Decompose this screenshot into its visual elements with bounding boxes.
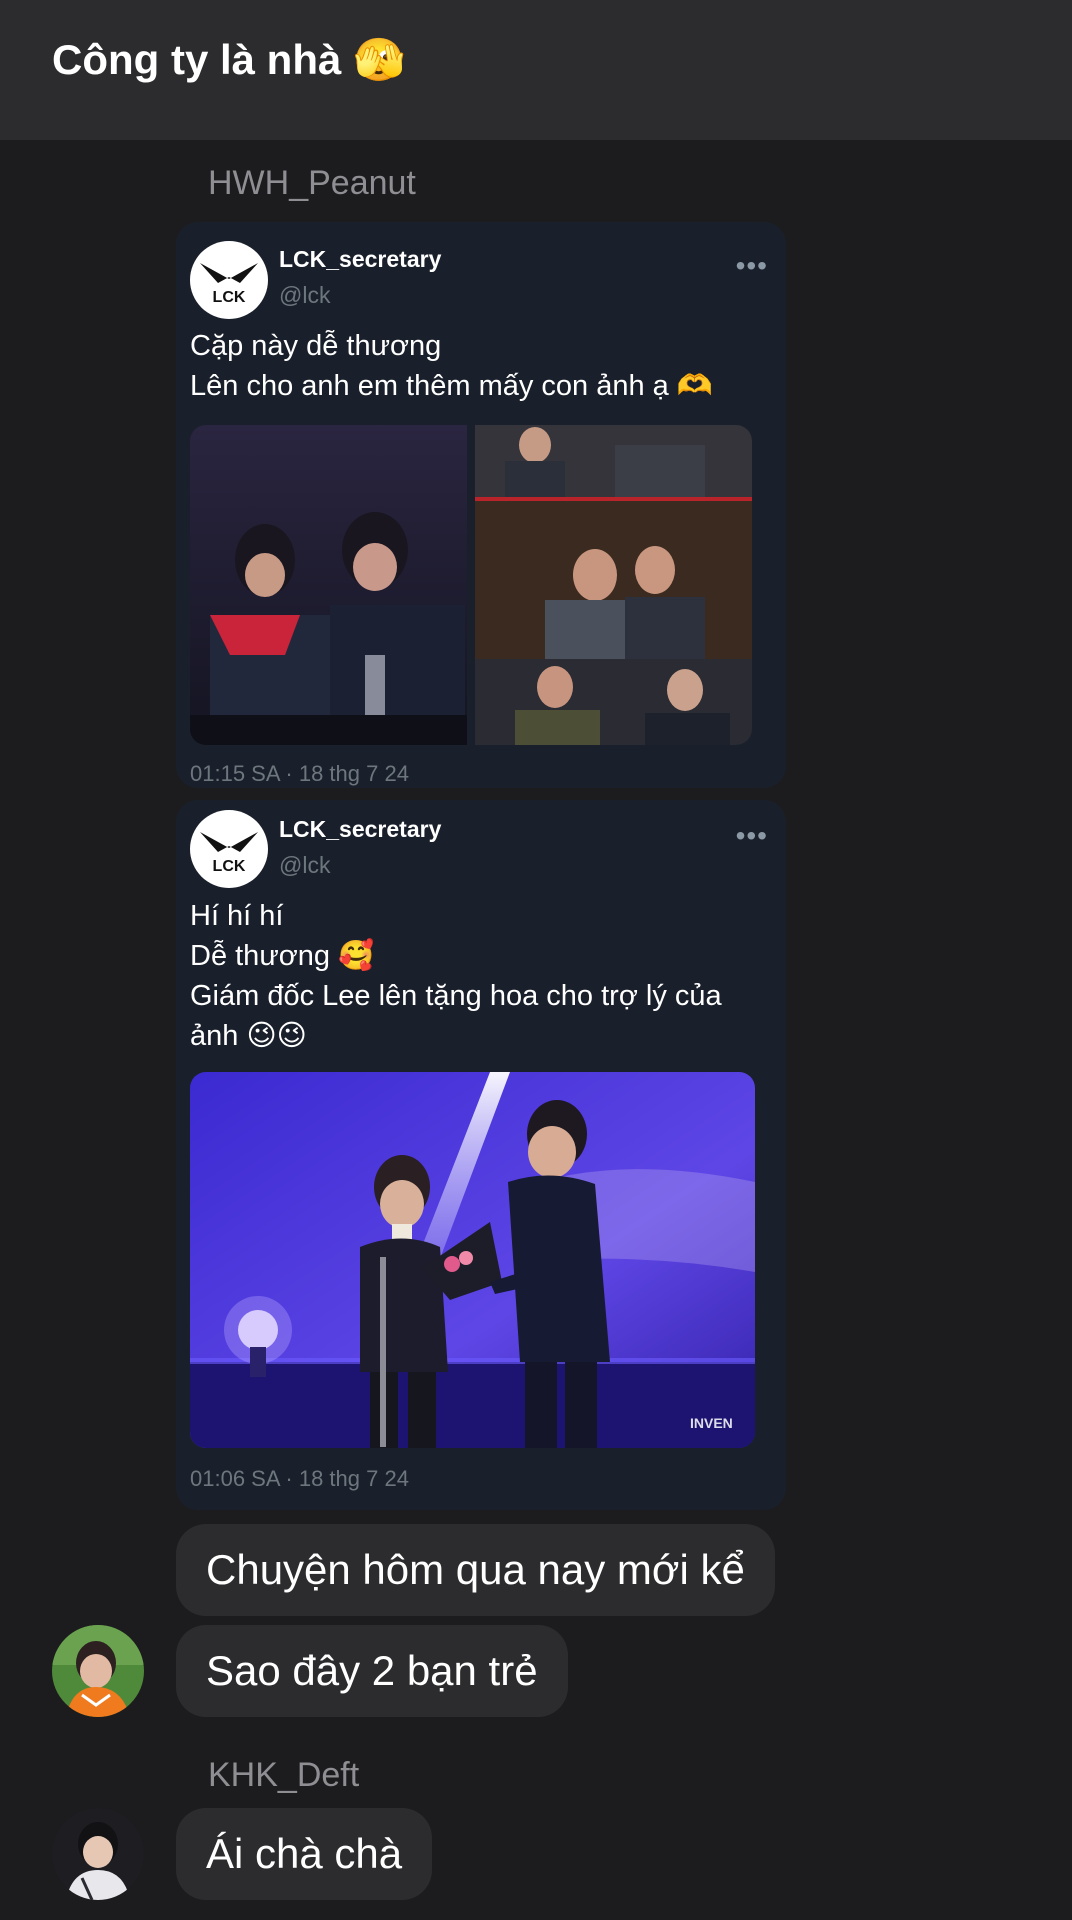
tweet-card[interactable]: LCK LCK_secretary @lck ••• Cặp này dễ th… [176,222,786,788]
tweet-author-handle[interactable]: @lck [279,852,330,879]
tweet-text-line: Hí hí hí [190,900,284,932]
tweet-photo[interactable] [190,425,467,745]
lck-logo-avatar[interactable]: LCK [190,241,268,319]
tweet-timestamp: 01:06 SA · 18 thg 7 24 [190,1466,409,1491]
watermark-text: INVEN [690,1415,733,1431]
tweet-photo[interactable]: INVEN [190,1072,755,1448]
tweet-card[interactable]: LCK LCK_secretary @lck ••• Hí hí hí Dễ t… [176,800,786,1510]
avatar[interactable] [52,1625,144,1717]
lck-logo-avatar[interactable]: LCK [190,810,268,888]
ellipsis-icon[interactable]: ••• [736,820,768,852]
tweet-author-handle[interactable]: @lck [279,282,330,309]
tweet-author-name[interactable]: LCK_secretary [279,246,441,273]
message-bubble[interactable]: Sao đây 2 bạn trẻ [176,1625,568,1717]
chat-header: Công ty là nhà 🫣 [0,0,1072,140]
tweet-text-line: Dễ thương 🥰 [190,940,375,972]
logo-text: LCK [213,858,246,875]
tweet-photo[interactable] [475,425,752,745]
tweet-text-line: Giám đốc Lee lên tặng hoa cho trợ lý của [190,980,722,1012]
message-bubble[interactable]: Ái chà chà [176,1808,433,1900]
tweet-text: Hí hí hí Dễ thương 🥰 Giám đốc Lee lên tặ… [190,896,766,1056]
avatar[interactable] [52,1808,144,1900]
tweet-author-name[interactable]: LCK_secretary [279,816,441,843]
chat-title: Công ty là nhà 🫣 [52,36,406,83]
tweet-text-line: Cặp này dễ thương [190,330,442,362]
logo-text: LCK [213,289,246,306]
tweet-text-line: ảnh 😉😉 [190,1020,307,1052]
sender-name: HWH_Peanut [208,164,416,202]
message-bubble[interactable]: Chuyện hôm qua nay mới kể [176,1524,775,1616]
tweet-timestamp: 01:15 SA · 18 thg 7 24 [190,761,409,786]
tweet-text: Cặp này dễ thương Lên cho anh em thêm mấ… [190,326,766,406]
ellipsis-icon[interactable]: ••• [736,250,768,282]
sender-name: KHK_Deft [208,1756,360,1794]
tweet-text-line: Lên cho anh em thêm mấy con ảnh ạ 🫶 [190,370,713,402]
